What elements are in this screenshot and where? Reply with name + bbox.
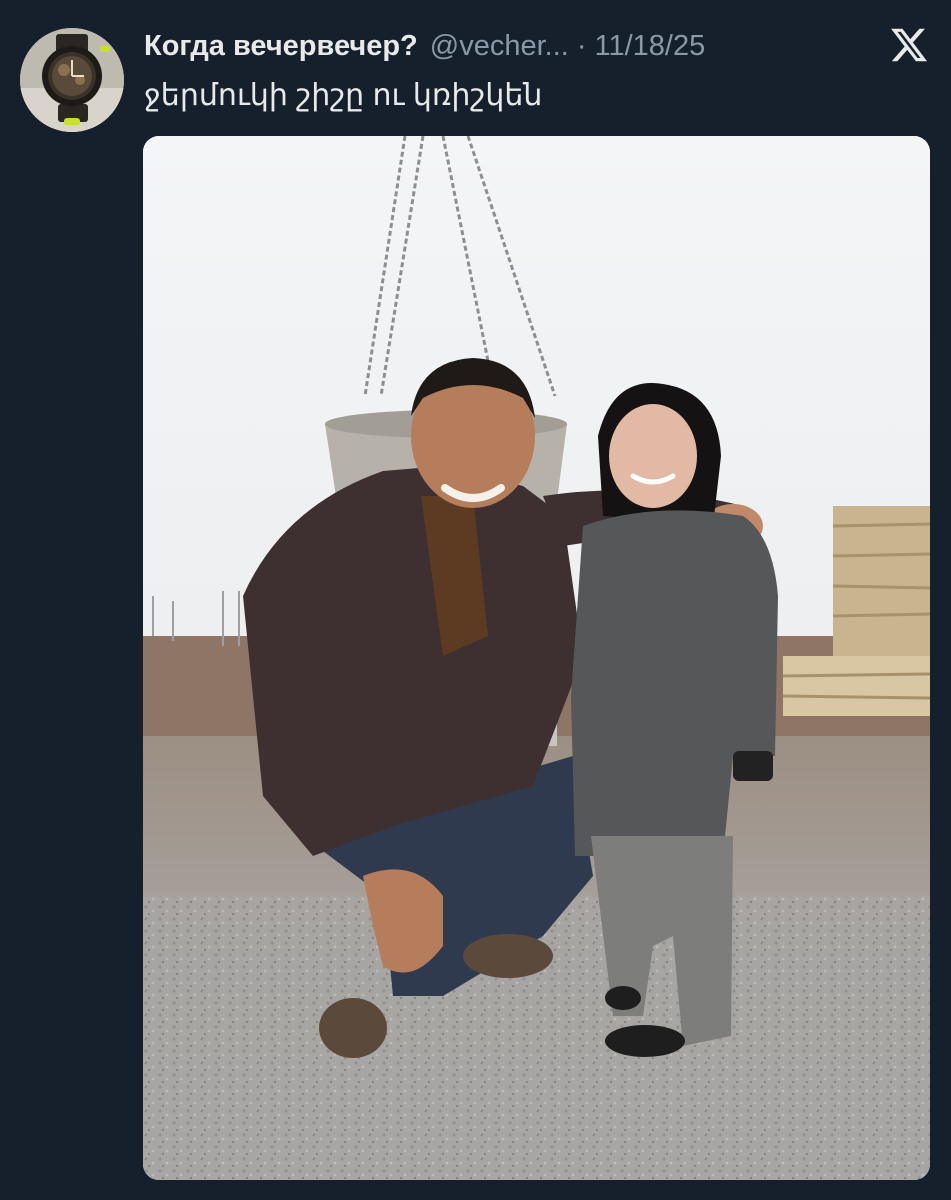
photo-image xyxy=(143,136,930,1180)
author-avatar[interactable] xyxy=(20,28,124,132)
tweet-text: ջերմուկի շիշը ու կռիշկեն xyxy=(144,79,543,112)
tweet-date[interactable]: 11/18/25 xyxy=(595,30,706,63)
header-separator: · xyxy=(576,29,587,62)
tweet-media-photo[interactable] xyxy=(143,136,930,1180)
watch-avatar-icon xyxy=(20,28,124,132)
author-handle[interactable]: @vecher... xyxy=(430,30,569,63)
tweet-card[interactable]: Когда вечервечер? @vecher... · 11/18/25 … xyxy=(0,0,951,1200)
x-logo-icon[interactable] xyxy=(889,25,929,65)
author-display-name[interactable]: Когда вечервечер? xyxy=(144,30,418,63)
tweet-header: Когда вечервечер? @vecher... · 11/18/25 xyxy=(144,26,705,66)
